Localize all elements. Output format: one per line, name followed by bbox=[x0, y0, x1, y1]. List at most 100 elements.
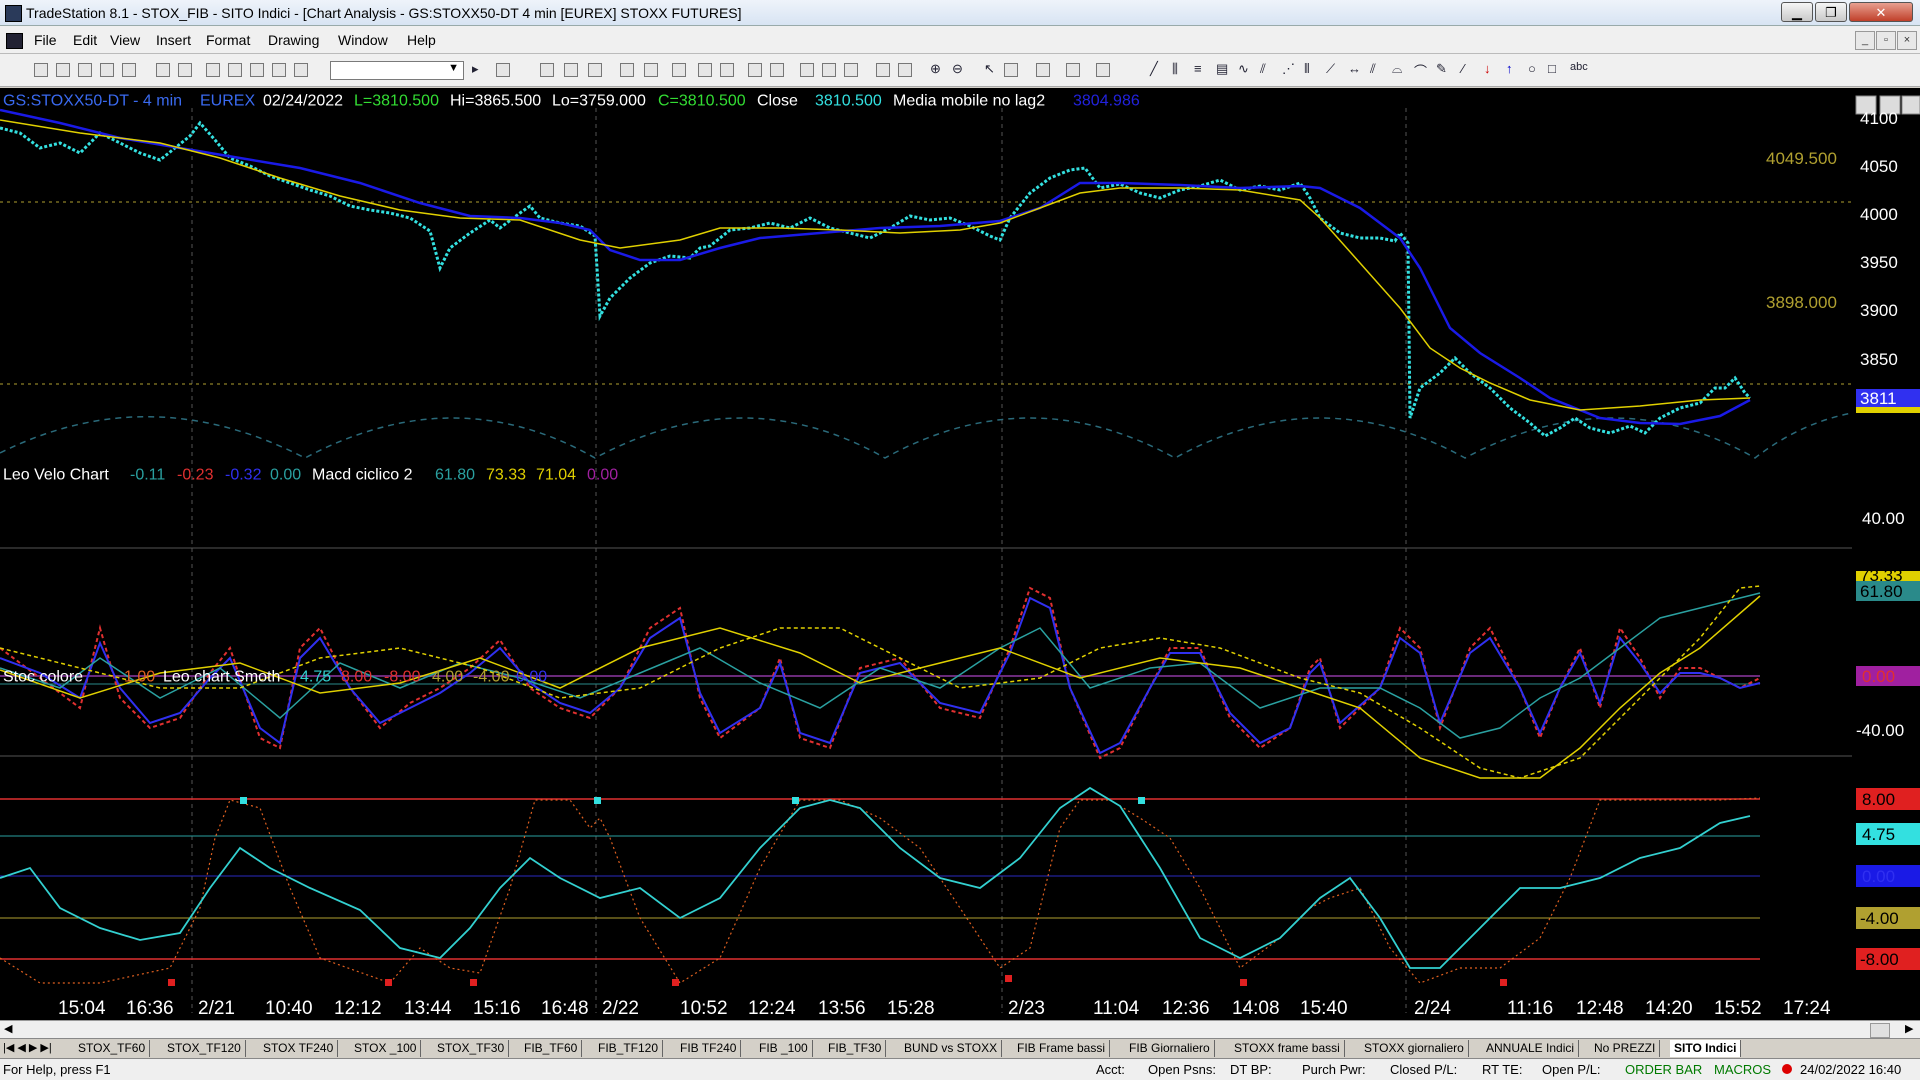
lock-icon[interactable] bbox=[250, 63, 264, 77]
vertical-lines-icon[interactable]: ⫼ bbox=[1172, 61, 1178, 77]
save-icon[interactable] bbox=[122, 63, 136, 77]
chart-canvas[interactable]: 4100 4050 4000 3950 3900 3850 4049.500 3… bbox=[0, 88, 1920, 1020]
radar-icon[interactable] bbox=[564, 63, 578, 77]
zoom-in-icon[interactable]: ⊕ bbox=[930, 61, 941, 77]
alert-icon[interactable] bbox=[1096, 63, 1110, 77]
cycle-arc-icon[interactable]: ⌒ bbox=[1414, 61, 1427, 80]
menu-format[interactable]: Format bbox=[206, 32, 250, 48]
close-workspace-icon[interactable] bbox=[100, 63, 114, 77]
scroll-thumb[interactable] bbox=[1870, 1023, 1890, 1038]
tab-stoxx-giornaliero[interactable]: STOXX giornaliero bbox=[1360, 1040, 1469, 1057]
go-arrow-icon[interactable]: ▸ bbox=[472, 61, 479, 77]
chart-window[interactable]: 4100 4050 4000 3950 3900 3850 4049.500 3… bbox=[0, 88, 1920, 1020]
rectangle-icon[interactable]: □ bbox=[1548, 61, 1556, 76]
maximize-button[interactable]: ❐ bbox=[1815, 2, 1847, 22]
moving-average-yellow[interactable] bbox=[0, 119, 1751, 411]
up-arrow-icon[interactable]: ↑ bbox=[1506, 61, 1513, 76]
tab-annuale-indici[interactable]: ANNUALE Indici bbox=[1482, 1040, 1580, 1057]
pointer-icon[interactable]: ↖ bbox=[984, 61, 995, 77]
down-arrow-icon[interactable]: ↓ bbox=[1484, 61, 1491, 76]
tab-stox-100[interactable]: STOX _100 bbox=[350, 1040, 422, 1057]
macd-teal-line[interactable] bbox=[0, 592, 1761, 739]
new-icon[interactable] bbox=[34, 63, 48, 77]
macd-yellow-line[interactable] bbox=[0, 595, 1761, 779]
candlestick-icon[interactable] bbox=[822, 63, 836, 77]
pane-close-button[interactable] bbox=[1901, 95, 1920, 115]
bar-spacing-icon[interactable] bbox=[844, 63, 858, 77]
gann-fan-icon[interactable]: ⟋ bbox=[1326, 61, 1335, 77]
minimize-button[interactable]: ▁ bbox=[1781, 2, 1813, 22]
tab-no-prezzi[interactable]: No PREZZI bbox=[1590, 1040, 1661, 1057]
tab-fib-tf240[interactable]: FIB TF240 bbox=[676, 1040, 742, 1057]
tab-fib-tf120[interactable]: FIB_TF120 bbox=[594, 1040, 664, 1057]
freehand-icon[interactable]: ⁄ bbox=[1462, 61, 1464, 76]
open-icon[interactable] bbox=[56, 63, 70, 77]
scanner-icon[interactable] bbox=[720, 63, 734, 77]
open-workspace-icon[interactable] bbox=[78, 63, 92, 77]
copy-icon[interactable] bbox=[178, 63, 192, 77]
tab-bund-vs-stoxx[interactable]: BUND vs STOXX bbox=[900, 1040, 1003, 1057]
tab-fib-frame-bassi[interactable]: FIB Frame bassi bbox=[1013, 1040, 1111, 1057]
format-symbol-icon[interactable] bbox=[620, 63, 634, 77]
price-series[interactable] bbox=[0, 120, 1752, 438]
menu-help[interactable]: Help bbox=[407, 32, 436, 48]
menu-insert[interactable]: Insert bbox=[156, 32, 191, 48]
tab-fib-tf30[interactable]: FIB_TF30 bbox=[824, 1040, 887, 1057]
tab-nav-arrows-icon[interactable]: |◀ ◀ ▶ ▶| bbox=[3, 1041, 52, 1054]
speed-lines-icon[interactable]: ⋰ bbox=[1282, 61, 1295, 77]
horizontal-arrow-icon[interactable]: ↔ bbox=[1348, 61, 1361, 76]
order-bar-toggle[interactable]: ORDER BAR bbox=[1625, 1062, 1702, 1077]
text-icon[interactable]: abc bbox=[1570, 61, 1588, 73]
fibonacci-icon[interactable]: ▤ bbox=[1216, 61, 1228, 77]
symbol-lookup-icon[interactable] bbox=[496, 63, 510, 77]
menu-edit[interactable]: Edit bbox=[73, 32, 97, 48]
macros-toggle[interactable]: MACROS bbox=[1714, 1062, 1771, 1077]
print-icon[interactable] bbox=[156, 63, 170, 77]
ellipse-icon[interactable]: ○ bbox=[1528, 61, 1536, 76]
scroll-left-icon[interactable] bbox=[876, 63, 890, 77]
chart-analysis-icon[interactable] bbox=[540, 63, 554, 77]
wave-icon[interactable]: ∿ bbox=[1238, 61, 1249, 77]
chart-window-icon[interactable] bbox=[6, 33, 23, 49]
tools-icon[interactable] bbox=[1036, 63, 1050, 77]
mdi-restore-button[interactable]: ▫ bbox=[1876, 31, 1896, 50]
menu-view[interactable]: View bbox=[110, 32, 140, 48]
moving-average-blue[interactable] bbox=[0, 108, 1751, 426]
tab-stox-tf60[interactable]: STOX_TF60 bbox=[74, 1040, 151, 1057]
scroll-left-arrow-icon[interactable]: ◀ bbox=[4, 1022, 12, 1035]
arc-icon[interactable]: ⌓ bbox=[1392, 61, 1402, 77]
trendline-icon[interactable]: ╱ bbox=[1150, 61, 1158, 77]
link-icon[interactable] bbox=[272, 63, 286, 77]
stoc-colore-line[interactable] bbox=[0, 797, 1761, 984]
tab-stox-tf120[interactable]: STOX_TF120 bbox=[163, 1040, 246, 1057]
scroll-right-arrow-icon[interactable]: ▶ bbox=[1905, 1022, 1913, 1035]
strategy-icon[interactable] bbox=[672, 63, 686, 77]
menu-file[interactable]: File bbox=[34, 32, 57, 48]
symbol-combo[interactable]: ▼ bbox=[330, 61, 464, 80]
tab-fib-100[interactable]: FIB _100 bbox=[755, 1040, 813, 1057]
window-cascade-icon[interactable] bbox=[228, 63, 242, 77]
tab-stox-tf30[interactable]: STOX_TF30 bbox=[433, 1040, 510, 1057]
cursor-icon[interactable] bbox=[1004, 63, 1018, 77]
channel-icon[interactable]: ⫽ bbox=[1260, 61, 1266, 77]
close-button[interactable]: ✕ bbox=[1849, 2, 1913, 22]
matrix-icon[interactable] bbox=[588, 63, 602, 77]
tab-fib-tf60[interactable]: FIB_TF60 bbox=[520, 1040, 583, 1057]
bar-chart-icon[interactable] bbox=[770, 63, 784, 77]
tab-stox-tf240[interactable]: STOX TF240 bbox=[259, 1040, 339, 1057]
refresh-icon[interactable] bbox=[698, 63, 712, 77]
scroll-right-icon[interactable] bbox=[898, 63, 912, 77]
cycle-lines-icon[interactable]: ⦀ bbox=[1304, 61, 1310, 77]
chart-type-icon[interactable] bbox=[748, 63, 762, 77]
mdi-minimize-button[interactable]: _ bbox=[1855, 31, 1875, 50]
tab-stoxx-frame-bassi[interactable]: STOXX frame bassi bbox=[1230, 1040, 1345, 1057]
window-tile-icon[interactable] bbox=[206, 63, 220, 77]
data-window-icon[interactable] bbox=[800, 63, 814, 77]
menu-drawing[interactable]: Drawing bbox=[268, 32, 319, 48]
pencil-icon[interactable]: ✎ bbox=[1436, 61, 1447, 77]
order-entry-icon[interactable] bbox=[1066, 63, 1080, 77]
palette-icon[interactable] bbox=[294, 63, 308, 77]
horizontal-scrollbar[interactable]: ◀ ▶ bbox=[0, 1020, 1920, 1038]
horizontal-lines-icon[interactable]: ≡ bbox=[1194, 61, 1202, 76]
insert-analysis-icon[interactable] bbox=[644, 63, 658, 77]
